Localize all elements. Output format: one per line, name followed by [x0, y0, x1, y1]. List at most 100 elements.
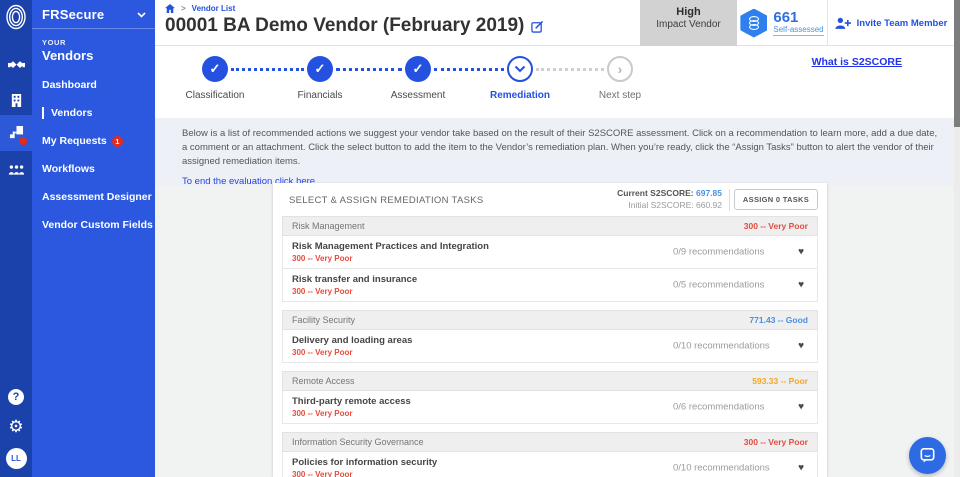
select-heart-icon[interactable]: ♥ — [798, 247, 804, 258]
sidebar-item-dashboard[interactable]: Dashboard — [42, 79, 155, 91]
step-check-icon: ✓ — [405, 56, 431, 82]
sidebar-item-label: Vendor Custom Fields — [42, 219, 153, 231]
chevron-down-icon — [137, 11, 146, 18]
step-financials[interactable]: ✓ Financials — [265, 56, 375, 101]
sidebar-item-assessment-designer[interactable]: Assessment Designer — [42, 191, 155, 203]
sidebar-item-vendors[interactable]: Vendors — [42, 107, 155, 119]
breadcrumb-separator: > — [181, 4, 186, 13]
vendor-workflow-icon[interactable] — [0, 115, 32, 151]
page-header: > Vendor List 00001 BA Demo Vendor (Febr… — [155, 0, 954, 46]
remediation-tasks-card: SELECT & ASSIGN REMEDIATION TASKS Curren… — [273, 183, 827, 477]
sidebar-item-label: My Requests — [42, 135, 107, 147]
task-recommendations-count: 0/10 recommendations — [673, 462, 770, 474]
self-assessed-value: 661 — [773, 9, 799, 26]
frsecure-logo-icon[interactable] — [5, 4, 27, 30]
select-heart-icon[interactable]: ♥ — [798, 341, 804, 352]
current-score: Current S2SCORE: 697.85 — [617, 188, 722, 198]
section-name: Information Security Governance — [292, 437, 424, 447]
progress-stepper: What is S2SCORE ✓ Classification ✓ Financia… — [155, 46, 954, 118]
sidebar-item-label: Dashboard — [42, 79, 97, 91]
step-label: Financials — [297, 90, 343, 101]
select-heart-icon[interactable]: ♥ — [798, 463, 804, 474]
chat-icon — [920, 448, 935, 463]
sidebar-nav: Dashboard Vendors My Requests 1 Workflows Ass… — [32, 79, 155, 231]
impact-badge: High Impact Vendor — [640, 0, 737, 46]
select-heart-icon[interactable]: ♥ — [798, 280, 804, 291]
sidebar-item-vendor-custom-fields[interactable]: Vendor Custom Fields — [42, 219, 155, 231]
step-classification[interactable]: ✓ Classification — [160, 56, 270, 101]
s2score-summary: Current S2SCORE: 697.85 Initial S2SCORE:… — [617, 188, 722, 210]
step-chevron-down-icon — [507, 56, 533, 82]
card-header: SELECT & ASSIGN REMEDIATION TASKS Curren… — [273, 183, 827, 216]
home-icon[interactable] — [165, 4, 175, 13]
task-row[interactable]: Policies for information security 300 -- … — [282, 452, 818, 477]
task-row[interactable]: Delivery and loading areas 300 -- Very Po… — [282, 330, 818, 363]
page-title: 00001 BA Demo Vendor (February 2019) — [165, 15, 544, 37]
step-remediation[interactable]: Remediation — [465, 56, 575, 101]
team-icon[interactable] — [0, 153, 32, 187]
icon-rail: ? ⚙ LL — [0, 0, 32, 477]
section-name: Facility Security — [292, 315, 356, 325]
breadcrumb[interactable]: > Vendor List — [165, 4, 235, 13]
task-row[interactable]: Third-party remote access 300 -- Very Poo… — [282, 391, 818, 424]
section-score: 593.33 -- Poor — [752, 376, 808, 386]
invite-team-member-button[interactable]: Invite Team Member — [828, 0, 954, 46]
current-score-value: 697.85 — [696, 188, 722, 198]
rail-bottom: ? ⚙ LL — [0, 389, 32, 469]
vendor-title-text: 00001 BA Demo Vendor (February 2019) — [165, 15, 525, 36]
handshake-icon[interactable] — [0, 48, 32, 82]
sections: Risk Management 300 -- Very Poor Risk Mana… — [273, 216, 827, 477]
task-row[interactable]: Risk transfer and insurance 300 -- Very P… — [282, 269, 818, 302]
notification-dot — [19, 137, 27, 145]
step-label: Remediation — [489, 90, 550, 101]
add-person-icon — [835, 17, 851, 29]
step-chevron-right-icon: › — [607, 56, 633, 82]
section-header: Risk Management 300 -- Very Poor — [282, 216, 818, 236]
vertical-scrollbar — [954, 0, 960, 477]
settings-gear-icon[interactable]: ⚙ — [8, 418, 23, 435]
step-assessment[interactable]: ✓ Assessment — [363, 56, 473, 101]
section-header: Facility Security 771.43 -- Good — [282, 310, 818, 330]
current-score-label: Current S2SCORE: — [617, 188, 694, 198]
invite-label: Invite Team Member — [856, 17, 948, 29]
sidebar-item-my-requests[interactable]: My Requests 1 — [42, 135, 155, 147]
sidebar-section-title: Vendors — [42, 48, 94, 63]
sidebar-item-workflows[interactable]: Workflows — [42, 163, 155, 175]
brand-name: FRSecure — [42, 7, 105, 22]
sidebar-item-label: Workflows — [42, 163, 95, 175]
select-heart-icon[interactable]: ♥ — [798, 402, 804, 413]
user-avatar[interactable]: LL — [5, 448, 27, 469]
assign-tasks-button[interactable]: ASSIGN 0 TASKS — [734, 189, 818, 210]
sidebar-item-label: Assessment Designer — [42, 191, 152, 203]
s2score-hexagon-icon — [740, 8, 768, 38]
section-name: Remote Access — [292, 376, 355, 386]
chat-bubble-button[interactable] — [909, 437, 946, 474]
self-assessed-label[interactable]: Self-assessed — [773, 25, 824, 36]
workspace-switcher[interactable]: FRSecure — [32, 0, 155, 29]
task-recommendations-count: 0/9 recommendations — [673, 246, 765, 258]
task-row[interactable]: Risk Management Practices and Integratio… — [282, 236, 818, 269]
scrollbar-thumb[interactable] — [954, 0, 960, 127]
section-score: 771.43 -- Good — [749, 315, 808, 325]
impact-level: High — [676, 6, 701, 18]
task-recommendations-count: 0/10 recommendations — [673, 340, 770, 352]
what-is-s2score-link[interactable]: What is S2SCORE — [812, 56, 902, 68]
sidebar: FRSecure YOUR Vendors Dashboard Vendors My… — [32, 0, 155, 477]
section-name: Risk Management — [292, 221, 365, 231]
section-score: 300 -- Very Poor — [743, 437, 808, 447]
self-assessed-score[interactable]: 661 Self-assessed — [737, 0, 828, 46]
section-score: 300 -- Very Poor — [743, 221, 808, 231]
card-title: SELECT & ASSIGN REMEDIATION TASKS — [289, 195, 484, 206]
divider — [729, 189, 730, 211]
initial-score-label: Initial S2SCORE: — [628, 200, 694, 210]
breadcrumb-item[interactable]: Vendor List — [192, 4, 236, 13]
help-icon[interactable]: ? — [8, 389, 24, 405]
step-next-step[interactable]: › Next step — [565, 56, 675, 101]
initial-score: Initial S2SCORE: 660.92 — [617, 200, 722, 210]
building-icon[interactable] — [0, 83, 32, 117]
step-check-icon: ✓ — [307, 56, 333, 82]
task-recommendations-count: 0/5 recommendations — [673, 279, 765, 291]
edit-icon[interactable] — [531, 20, 544, 33]
